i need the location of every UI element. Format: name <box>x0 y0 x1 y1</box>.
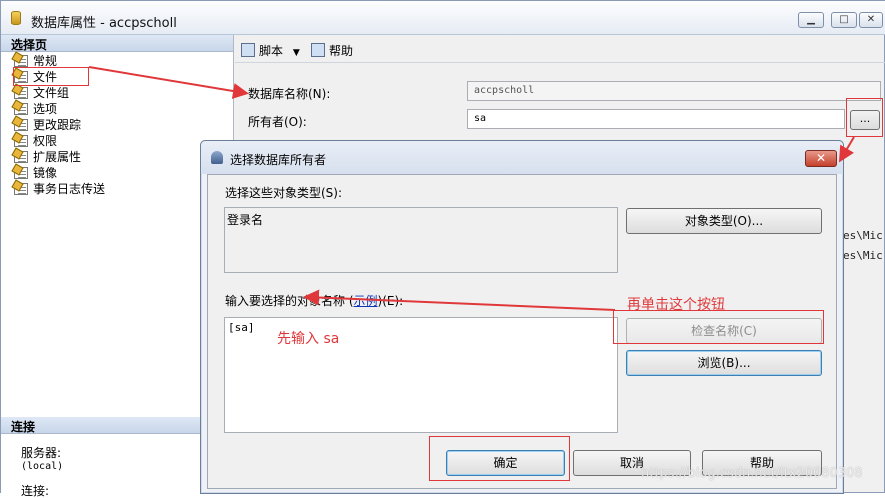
watermark: https://blog.csdn.net/ltx20080308 <box>641 466 863 481</box>
arrow-to-names-label <box>303 289 616 311</box>
annotation-arrows <box>88 66 855 311</box>
arrow-to-db-name <box>88 66 249 99</box>
database-properties-window: 数据库属性 - accpscholl ▁ □ ✕ 选择页 常规 文件 文件组 选… <box>0 0 885 498</box>
arrow-to-dialog <box>838 136 855 163</box>
